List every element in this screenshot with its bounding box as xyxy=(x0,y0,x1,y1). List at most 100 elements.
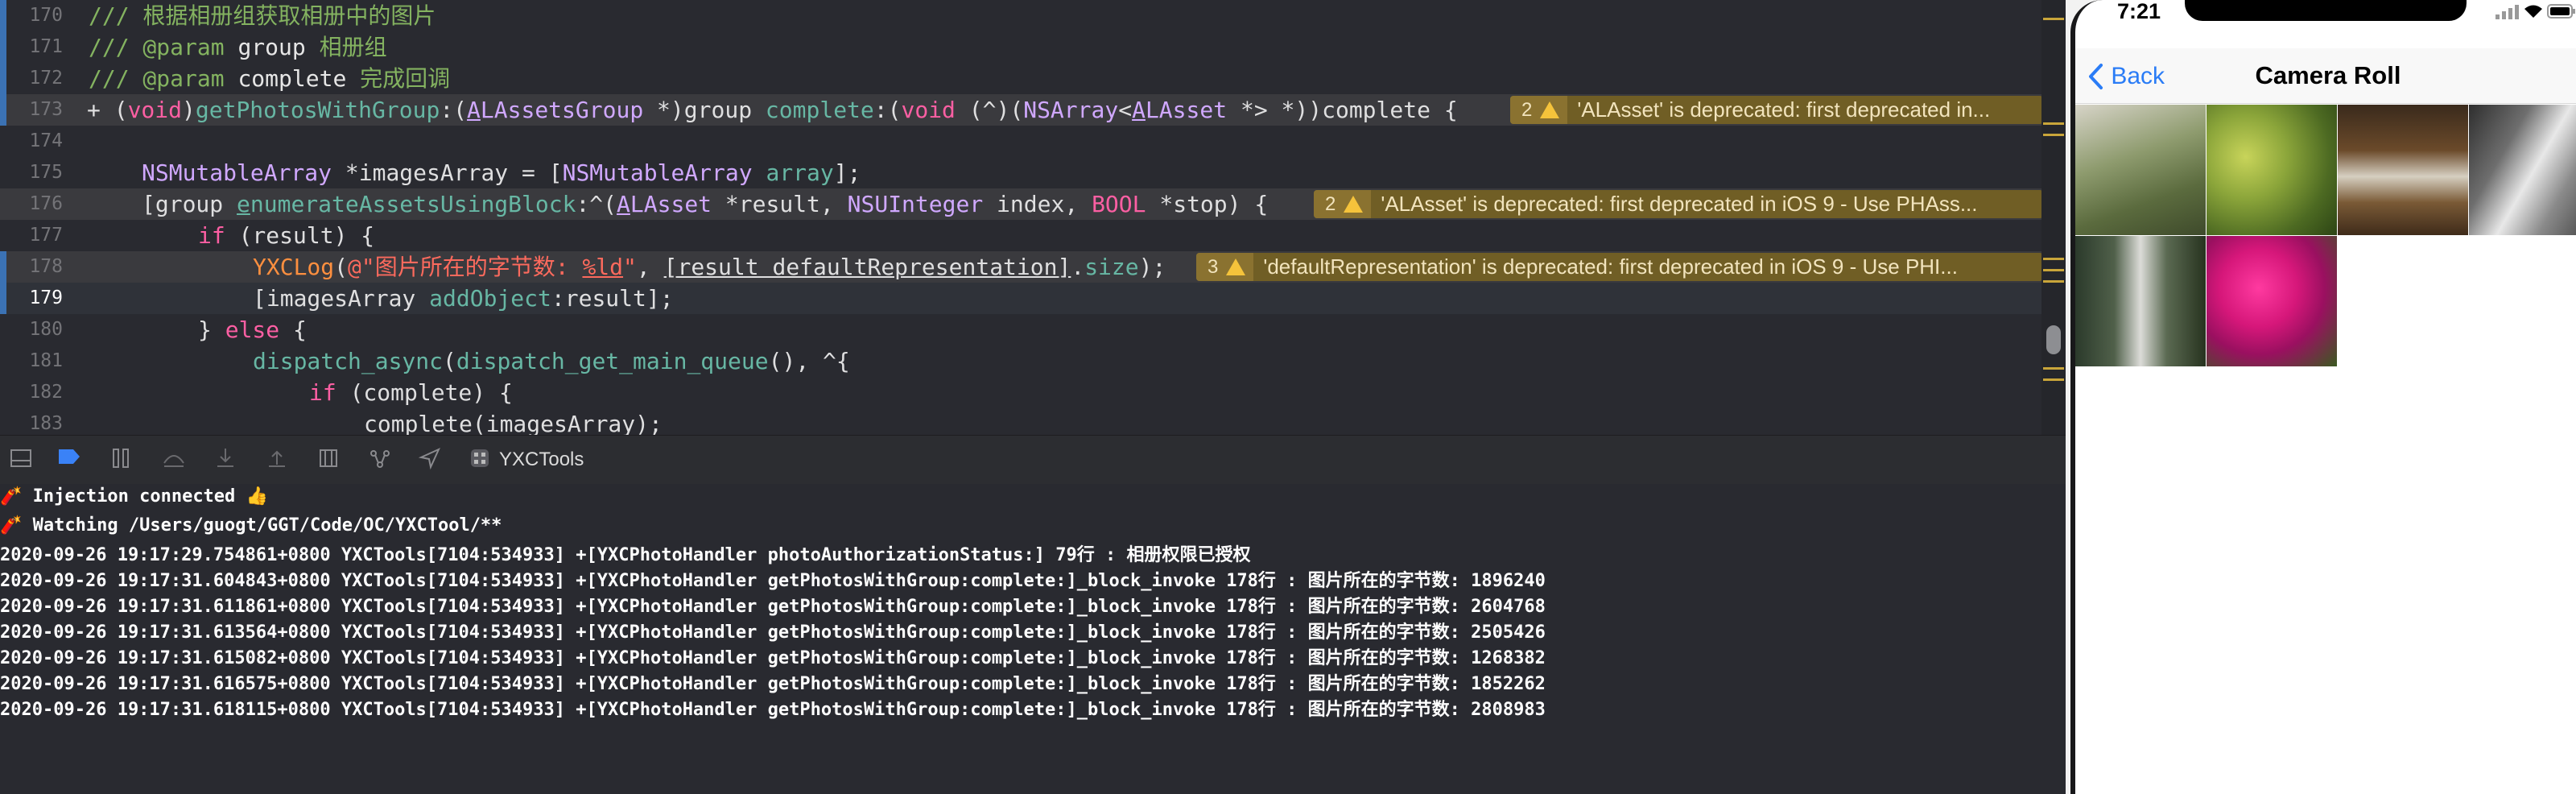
view-hierarchy-icon[interactable] xyxy=(316,447,341,473)
line-number: 173 xyxy=(29,99,63,120)
deprecation-warning[interactable]: 2 'ALAsset' is deprecated: first depreca… xyxy=(1314,190,2043,218)
console-line: 2020-09-26 19:17:31.618115+0800 YXCTools… xyxy=(0,700,1546,720)
code-line: 181 dispatch_async(dispatch_get_main_que… xyxy=(0,345,2066,377)
location-arrow-icon[interactable] xyxy=(417,447,443,473)
console-line: 2020-09-26 19:17:31.615082+0800 YXCTools… xyxy=(0,648,1546,668)
code-line: 178 YXCLog(@"图片所在的字节数: %ld", [result def… xyxy=(0,251,2066,283)
console-line: 2020-09-26 19:17:31.611861+0800 YXCTools… xyxy=(0,597,1546,617)
code-line: 173 + (void)getPhotosWithGroup:(ALAssets… xyxy=(0,94,2066,126)
code-line: 175 NSMutableArray *imagesArray = [NSMut… xyxy=(0,157,2066,188)
warning-marker xyxy=(2043,269,2064,271)
process-name[interactable]: YXCTools xyxy=(499,436,584,484)
signal-icon xyxy=(2496,5,2520,23)
code-statement: if (complete) { xyxy=(309,379,513,406)
warning-icon xyxy=(1226,258,1246,275)
photo-thumbnail[interactable] xyxy=(2075,105,2206,235)
warning-marker xyxy=(2043,258,2064,260)
memory-graph-icon[interactable] xyxy=(367,447,393,473)
warning-count: 3 xyxy=(1196,253,1254,281)
code-line: 172 /// @param complete 完成回调 xyxy=(0,63,2066,94)
photo-thumbnail[interactable] xyxy=(2207,236,2337,366)
line-number: 180 xyxy=(29,319,63,340)
code-line: 177 if (result) { xyxy=(0,220,2066,251)
console-line: 2020-09-26 19:17:31.616575+0800 YXCTools… xyxy=(0,674,1546,694)
console-line: 🧨 Watching /Users/guogt/GGT/Code/OC/YXCT… xyxy=(0,515,502,536)
step-over-icon[interactable] xyxy=(161,447,187,473)
code-line: 170 /// 根据相册组获取相册中的图片 xyxy=(0,0,2066,31)
deprecation-warning[interactable]: 3 'defaultRepresentation' is deprecated:… xyxy=(1196,253,2043,281)
warning-message: 'ALAsset' is deprecated: first deprecate… xyxy=(1577,97,1991,122)
photo-thumbnail[interactable] xyxy=(2338,105,2468,235)
photo-thumbnail[interactable] xyxy=(2469,105,2576,235)
pause-icon[interactable] xyxy=(108,447,134,473)
code-statement: [group enumerateAssetsUsingBlock:^(ALAss… xyxy=(142,191,1269,217)
warning-marker xyxy=(2043,134,2064,136)
photo-thumbnail[interactable] xyxy=(2075,236,2206,366)
minimap-scrollbar[interactable] xyxy=(2041,0,2066,435)
photo-thumbnail[interactable] xyxy=(2207,105,2337,235)
deprecation-warning[interactable]: 2 'ALAsset' is deprecated: first depreca… xyxy=(1510,96,2043,124)
method-declaration: + (void)getPhotosWithGroup:(ALAssetsGrou… xyxy=(87,97,1458,123)
step-into-icon[interactable] xyxy=(213,447,238,473)
warning-marker xyxy=(2043,378,2064,381)
line-number: 179 xyxy=(29,287,63,308)
wifi-icon xyxy=(2523,3,2544,23)
warning-count: 2 xyxy=(1510,96,1568,124)
line-number: 176 xyxy=(29,193,63,214)
device-notch xyxy=(2185,0,2467,21)
code-statement: complete(imagesArray); xyxy=(364,411,663,435)
line-number: 171 xyxy=(29,36,63,57)
code-statement: } else { xyxy=(198,316,307,343)
warning-icon xyxy=(1540,101,1560,118)
warning-marker xyxy=(2043,367,2064,370)
console-line: 2020-09-26 19:17:29.754861+0800 YXCTools… xyxy=(0,545,1251,565)
warning-marker xyxy=(2043,122,2064,125)
code-statement: [imagesArray addObject:result]; xyxy=(253,285,674,312)
code-editor[interactable]: 170 /// 根据相册组获取相册中的图片 171 /// @param gro… xyxy=(0,0,2066,435)
warning-icon xyxy=(1344,196,1364,213)
code-line: 176 [group enumerateAssetsUsingBlock:^(A… xyxy=(0,188,2066,220)
code-statement: dispatch_async(dispatch_get_main_queue()… xyxy=(253,348,850,374)
warning-message: 'ALAsset' is deprecated: first deprecate… xyxy=(1381,192,1978,216)
line-number: 181 xyxy=(29,350,63,371)
console-line: 🧨 Injection connected 👍 xyxy=(0,486,268,507)
code-statement: YXCLog(@"图片所在的字节数: %ld", [result default… xyxy=(253,254,1166,280)
console-line: 2020-09-26 19:17:31.604843+0800 YXCTools… xyxy=(0,571,1546,591)
nav-title: Camera Roll xyxy=(2255,61,2401,89)
step-out-icon[interactable] xyxy=(264,447,290,473)
line-number: 178 xyxy=(29,256,63,277)
battery-icon xyxy=(2547,3,2576,23)
code-statement: NSMutableArray *imagesArray = [NSMutable… xyxy=(142,159,861,186)
navigation-bar: Back Camera Roll xyxy=(2075,48,2576,104)
debug-console[interactable]: 🧨 Injection connected 👍 🧨 Watching /User… xyxy=(0,484,2066,794)
warning-marker xyxy=(2043,280,2064,283)
line-number: 174 xyxy=(29,130,63,151)
status-time: 7:21 xyxy=(2117,0,2161,23)
hide-debug-area-icon[interactable] xyxy=(8,447,34,473)
line-number: 182 xyxy=(29,382,63,403)
ios-simulator-screen: 7:21 Back Camera Roll xyxy=(2070,0,2576,794)
line-number: 177 xyxy=(29,225,63,246)
code-statement: if (result) { xyxy=(198,222,375,249)
warning-marker xyxy=(2043,18,2064,20)
current-line: 179 [imagesArray addObject:result]; xyxy=(0,283,2066,314)
code-line: 180 } else { xyxy=(0,314,2066,345)
scroll-thumb[interactable] xyxy=(2046,325,2061,354)
line-number: 170 xyxy=(29,5,63,26)
line-number: 172 xyxy=(29,68,63,89)
debug-toolbar: YXCTools xyxy=(0,435,2066,485)
app-target-icon xyxy=(467,447,493,473)
code-line: 171 /// @param group 相册组 xyxy=(0,31,2066,63)
code-line: 182 if (complete) { xyxy=(0,377,2066,408)
warning-message: 'defaultRepresentation' is deprecated: f… xyxy=(1263,254,1958,279)
doc-comment: /// @param complete 完成回调 xyxy=(89,65,451,92)
line-number: 175 xyxy=(29,162,63,183)
breakpoints-toggle-icon[interactable] xyxy=(56,447,82,473)
status-bar: 7:21 xyxy=(2075,0,2576,27)
xcode-window: 170 /// 根据相册组获取相册中的图片 171 /// @param gro… xyxy=(0,0,2066,794)
line-number: 183 xyxy=(29,413,63,434)
doc-comment: /// 根据相册组获取相册中的图片 xyxy=(89,2,436,29)
warning-count: 2 xyxy=(1314,190,1372,218)
console-line: 2020-09-26 19:17:31.613564+0800 YXCTools… xyxy=(0,622,1546,643)
doc-comment: /// @param group 相册组 xyxy=(89,34,387,60)
